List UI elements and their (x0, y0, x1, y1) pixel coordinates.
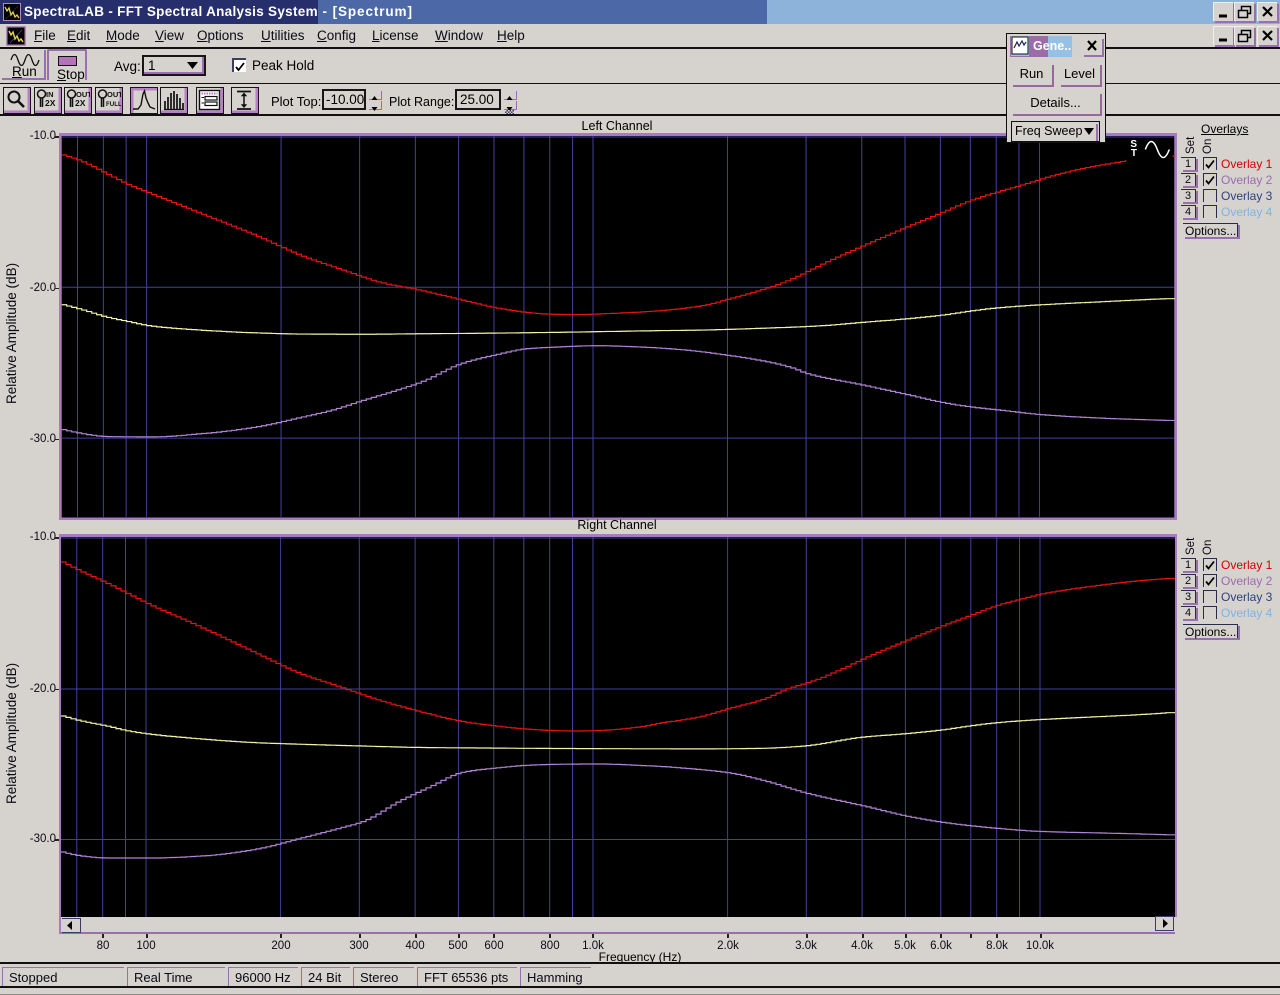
svg-text:Relative Amplitude (dB): Relative Amplitude (dB) (4, 263, 19, 404)
svg-text:On: On (1202, 540, 1214, 555)
svg-text:T: T (1131, 148, 1137, 159)
svg-text:Set: Set (1185, 136, 1197, 154)
svg-text:Set: Set (1185, 537, 1197, 555)
svg-text:OUT: OUT (107, 90, 121, 99)
svg-text:On: On (1202, 139, 1214, 154)
svg-text:FULL: FULL (106, 101, 121, 108)
svg-text:2X: 2X (75, 98, 86, 108)
svg-text:Relative Amplitude (dB): Relative Amplitude (dB) (4, 663, 19, 804)
svg-text:2X: 2X (45, 98, 56, 108)
